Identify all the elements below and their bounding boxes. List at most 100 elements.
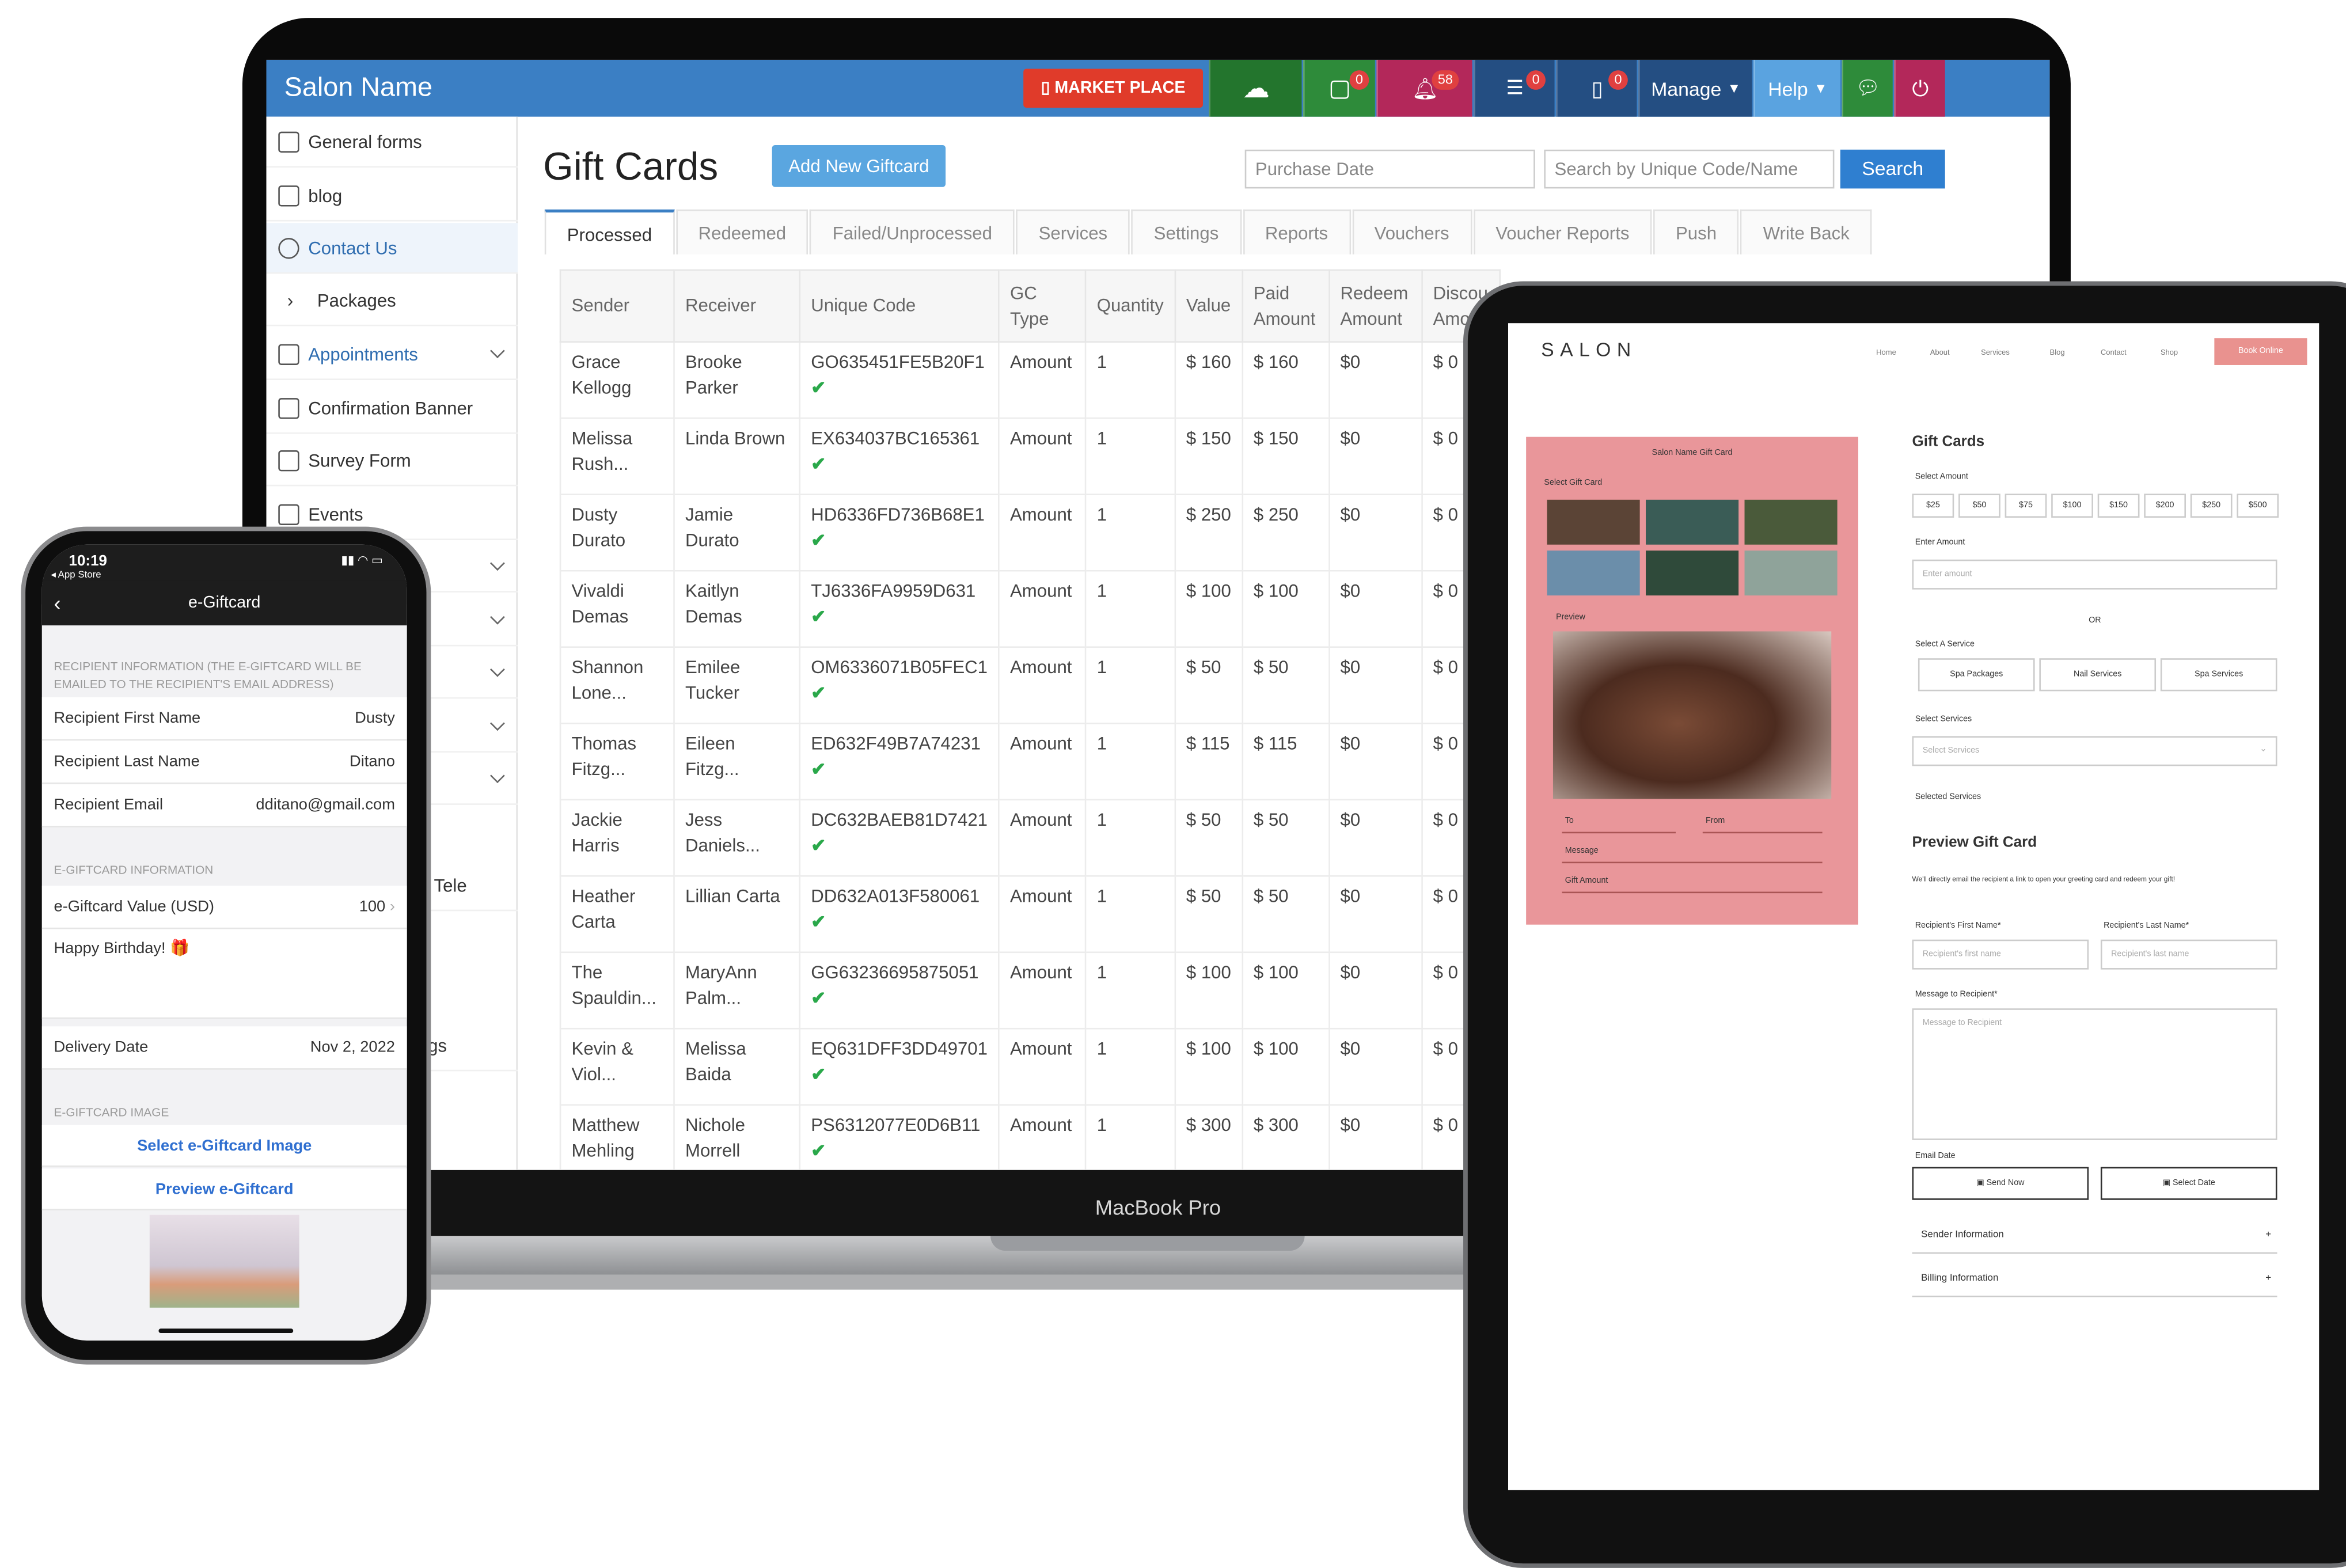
column-header[interactable]: Quantity [1084, 269, 1176, 343]
card-design-thumbnail[interactable] [1744, 550, 1838, 596]
nav-link[interactable]: About [1930, 348, 1950, 358]
marketplace-button[interactable]: ▯ MARKET PLACE [1023, 69, 1203, 108]
tab-failed-unprocessed[interactable]: Failed/Unprocessed [810, 209, 1015, 255]
table-row[interactable]: Dusty Durato Jamie Durato HD6336FD736B68E1… [559, 493, 1500, 572]
amount-option-button[interactable]: $500 [2237, 493, 2279, 518]
service-option-button[interactable]: Spa Packages [1918, 658, 2035, 692]
nav-link[interactable]: Blog [2050, 348, 2065, 358]
table-row[interactable]: Heather Carta Lillian Carta DD632A013F5800… [559, 875, 1500, 954]
amount-option-button[interactable]: $100 [2051, 493, 2093, 518]
field-value[interactable]: dditano@gmail.com [256, 796, 395, 814]
sidebar-item-confirmation-banner[interactable]: Confirmation Banner [266, 383, 518, 434]
cart-button[interactable]: ▢ 0 [1303, 59, 1375, 117]
table-row[interactable]: Jackie Harris Jess Daniels... DC632BAEB81D… [559, 799, 1500, 877]
column-header[interactable]: GC Type [998, 269, 1087, 343]
select-image-link[interactable]: Select e-Giftcard Image [41, 1125, 407, 1167]
amount-option-button[interactable]: $75 [2005, 493, 2047, 518]
help-dropdown[interactable]: Help ▼ [1753, 59, 1840, 117]
billing-information-accordion[interactable]: Billing Information + [1912, 1261, 2277, 1297]
card-design-thumbnail[interactable] [1547, 499, 1640, 545]
tab-redeemed[interactable]: Redeemed [675, 209, 809, 255]
salon-name[interactable]: Salon Name [284, 72, 432, 104]
last-name-input[interactable]: Recipient's last name [2100, 939, 2277, 970]
tab-settings[interactable]: Settings [1131, 209, 1242, 255]
book-online-button[interactable]: Book Online [2214, 338, 2307, 365]
amount-input[interactable]: Enter amount [1912, 559, 2277, 590]
table-row[interactable]: Vivaldi Demas Kaitlyn Demas TJ6336FA9959D6… [559, 570, 1500, 648]
sidebar-item-survey-form[interactable]: Survey Form [266, 435, 518, 487]
table-row[interactable]: Kevin & Viol... Melissa Baida EQ631DFF3DD4… [559, 1027, 1500, 1106]
card-design-thumbnail[interactable] [1646, 499, 1739, 545]
tab-reports[interactable]: Reports [1242, 209, 1351, 255]
column-header[interactable]: Paid Amount [1242, 269, 1330, 343]
amount-option-button[interactable]: $200 [2144, 493, 2186, 518]
tab-services[interactable]: Services [1016, 209, 1130, 255]
column-header[interactable]: Sender [559, 269, 675, 343]
chat-button[interactable]: 💬︎ [1842, 59, 1893, 117]
sidebar-item-contact-us[interactable]: Contact Us [266, 223, 518, 274]
column-header[interactable]: Unique Code [799, 269, 1000, 343]
column-header[interactable]: Value [1174, 269, 1243, 343]
manage-dropdown[interactable]: Manage ▼ [1638, 59, 1752, 117]
service-option-button[interactable]: Nail Services [2039, 658, 2157, 692]
sidebar-item-general-forms[interactable]: General forms [266, 117, 518, 168]
field-value[interactable]: Dusty [355, 709, 395, 727]
sidebar-item-packages[interactable]: › Packages [266, 275, 518, 326]
mobile-button[interactable]: ▯ 0 [1556, 59, 1637, 117]
service-option-button[interactable]: Spa Services [2160, 658, 2277, 692]
tab-voucher-reports[interactable]: Voucher Reports [1473, 209, 1652, 255]
back-chevron-icon[interactable]: ‹ [54, 580, 61, 625]
search-input[interactable]: Search by Unique Code/Name [1544, 149, 1835, 189]
tab-vouchers[interactable]: Vouchers [1352, 209, 1472, 255]
amount-option-button[interactable]: $250 [2190, 493, 2233, 518]
amount-option-button[interactable]: $25 [1912, 493, 1954, 518]
message-value[interactable]: Happy Birthday! 🎁 [54, 938, 190, 958]
salon-logo[interactable]: SALON [1541, 338, 1637, 360]
giftcard-thumbnail[interactable] [149, 1214, 299, 1308]
cloud-sync-button[interactable]: ☁ [1209, 59, 1302, 117]
notifications-button[interactable]: 🔔︎ 58 [1376, 59, 1472, 117]
table-row[interactable]: Shannon Lone... Emilee Tucker OM6336071B05… [559, 646, 1500, 724]
field-value[interactable]: 100 [359, 898, 386, 916]
sender-information-accordion[interactable]: Sender Information + [1912, 1218, 2277, 1254]
field-value[interactable]: Ditano [350, 753, 395, 770]
messages-button[interactable]: ☰ 0 [1474, 59, 1555, 117]
services-select[interactable]: Select Services ⌄ [1912, 736, 2277, 766]
recipient-email-row[interactable]: Recipient Email dditano@gmail.com [41, 784, 407, 827]
giftcard-value-row[interactable]: e-Giftcard Value (USD) 100 › [41, 886, 407, 929]
first-name-input[interactable]: Recipient's first name [1912, 939, 2089, 970]
nav-link[interactable]: Home [1876, 348, 1896, 358]
message-field[interactable]: Happy Birthday! 🎁 [41, 929, 407, 1019]
tab-write-back[interactable]: Write Back [1740, 209, 1872, 255]
column-header[interactable]: Receiver [673, 269, 801, 343]
preview-giftcard-link[interactable]: Preview e-Giftcard [41, 1168, 407, 1210]
field-value[interactable]: Nov 2, 2022 [310, 1038, 395, 1056]
card-design-thumbnail[interactable] [1547, 550, 1640, 596]
delivery-date-row[interactable]: Delivery Date Nov 2, 2022 [41, 1026, 407, 1070]
back-to-app-store[interactable]: ◂ App Store [51, 568, 101, 580]
nav-link[interactable]: Contact [2101, 348, 2127, 358]
logout-button[interactable]: ⏻ [1894, 59, 1945, 117]
amount-option-button[interactable]: $150 [2097, 493, 2140, 518]
search-button[interactable]: Search [1840, 149, 1945, 189]
table-row[interactable]: The Spauldin... MaryAnn Palm... GG63236695… [559, 951, 1500, 1030]
table-row[interactable]: Thomas Fitzg... Eileen Fitzg... ED632F49B7… [559, 722, 1500, 801]
purchase-date-input[interactable]: Purchase Date [1244, 149, 1535, 189]
tab-processed[interactable]: Processed [544, 209, 675, 255]
sidebar-item-blog[interactable]: blog [266, 170, 518, 222]
recipient-last-name-row[interactable]: Recipient Last Name Ditano [41, 741, 407, 784]
table-row[interactable]: Grace Kellogg Brooke Parker GO635451FE5B20… [559, 341, 1500, 419]
amount-option-button[interactable]: $50 [1958, 493, 2000, 518]
add-giftcard-button[interactable]: Add New Giftcard [772, 145, 946, 187]
select-date-button[interactable]: ▣ Select Date [2100, 1167, 2277, 1200]
sidebar-item-appointments[interactable]: Appointments [266, 329, 518, 380]
recipient-first-name-row[interactable]: Recipient First Name Dusty [41, 697, 407, 741]
column-header[interactable]: Redeem Amount [1328, 269, 1423, 343]
nav-link[interactable]: Services [1981, 348, 2010, 358]
message-textarea[interactable]: Message to Recipient [1912, 1008, 2277, 1140]
card-design-thumbnail[interactable] [1646, 550, 1739, 596]
nav-link[interactable]: Shop [2161, 348, 2178, 358]
table-row[interactable]: Matthew Mehling Nichole Morrell PS6312077E… [559, 1104, 1500, 1170]
send-now-button[interactable]: ▣ Send Now [1912, 1167, 2089, 1200]
table-row[interactable]: Melissa Rush... Linda Brown EX634037BC1653… [559, 417, 1500, 496]
